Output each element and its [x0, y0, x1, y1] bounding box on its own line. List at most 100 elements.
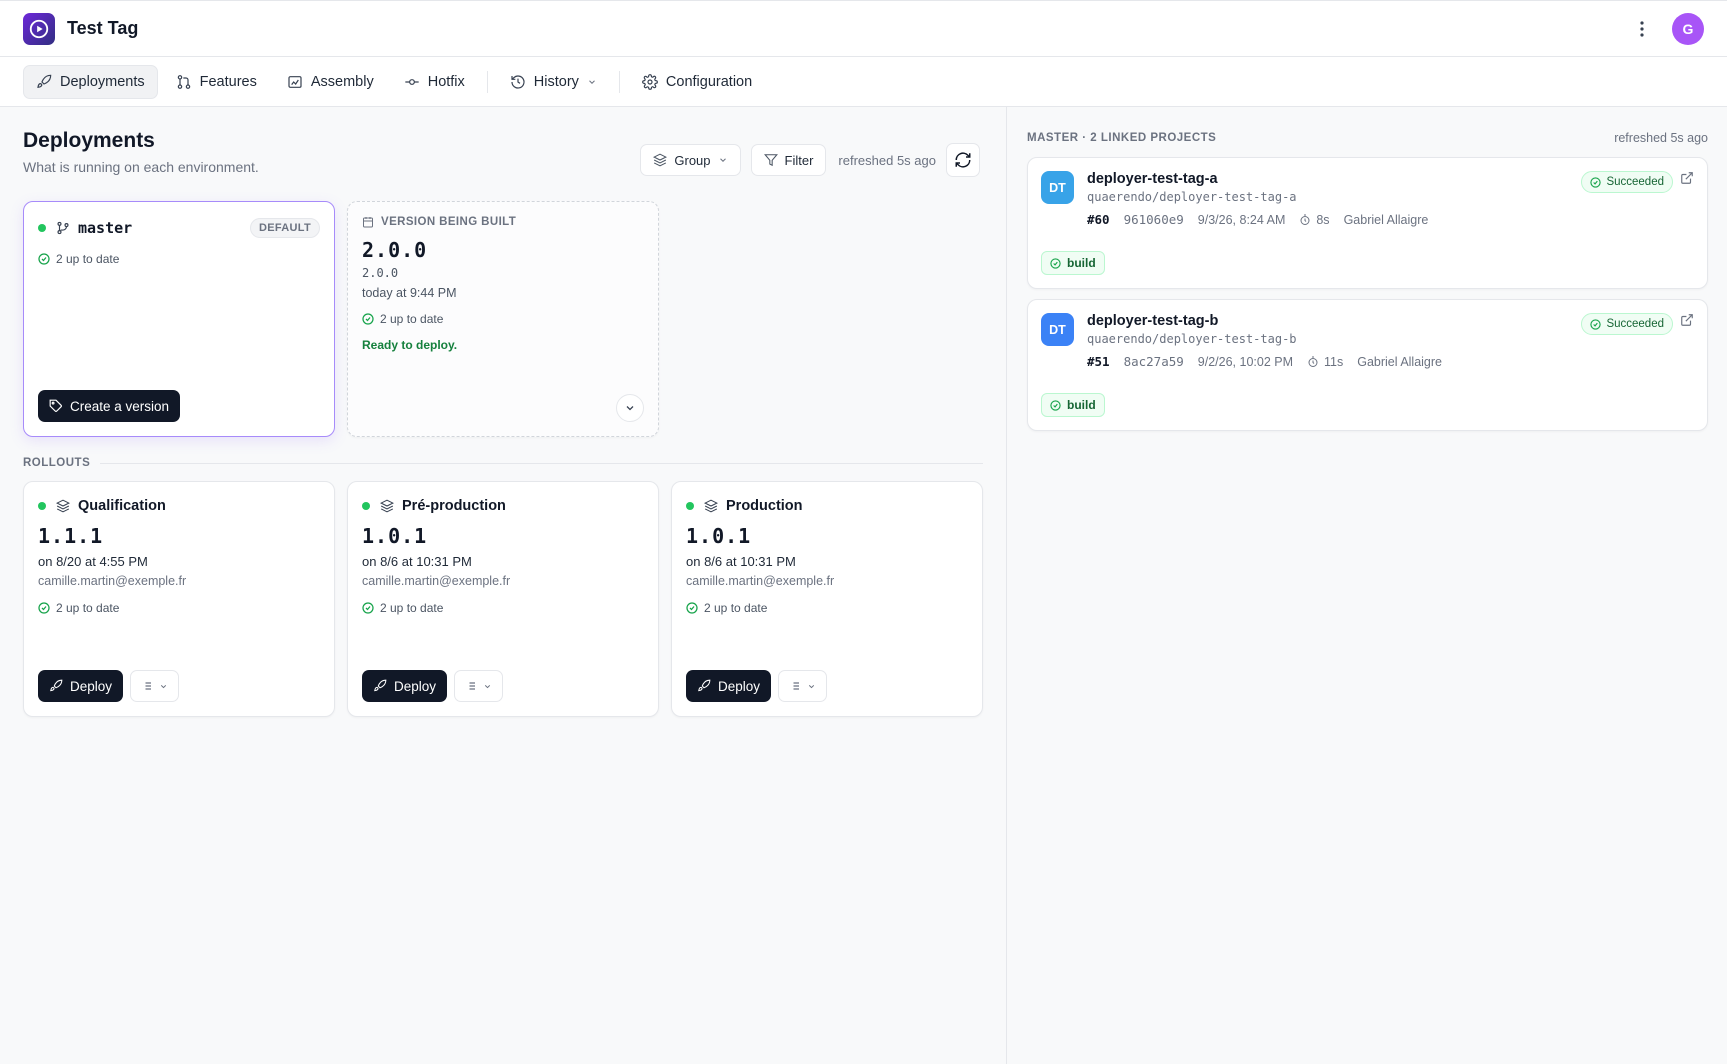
git-commit-icon [404, 74, 420, 90]
deploy-label: Deploy [718, 678, 761, 694]
list-icon [789, 680, 801, 692]
env-card-pre-production[interactable]: Pré-production 1.0.1 on 8/6 at 10:31 PM … [347, 481, 659, 717]
status-badge: Succeeded [1581, 313, 1673, 335]
app-title: Test Tag [67, 18, 139, 38]
commit-sha[interactable]: 8ac27a59 [1124, 354, 1184, 369]
rollouts-header: ROLLOUTS [23, 457, 983, 469]
check-circle-icon [362, 313, 374, 325]
deploy-button[interactable]: Deploy [686, 670, 772, 702]
deployments-panel: Deployments What is running on each envi… [0, 107, 1007, 1064]
version-being-built-label: VERSION BEING BUILT [381, 216, 517, 228]
branch-name: master [78, 219, 133, 237]
duration: 8s [1299, 212, 1330, 227]
pipeline-date: 9/2/26, 10:02 PM [1197, 354, 1293, 369]
job-name: build [1067, 256, 1096, 270]
check-circle-icon [1590, 176, 1602, 188]
user-avatar[interactable]: G [1672, 12, 1704, 45]
duration-text: 11s [1324, 354, 1344, 369]
deploy-button[interactable]: Deploy [38, 670, 124, 702]
list-icon [465, 680, 477, 692]
tab-hotfix[interactable]: Hotfix [392, 65, 477, 99]
expand-button[interactable] [616, 394, 644, 422]
version-being-built-card[interactable]: VERSION BEING BUILT 2.0.0 2.0.0 today at… [347, 201, 659, 437]
duration-text: 8s [1316, 212, 1330, 227]
list-icon [141, 680, 153, 692]
refresh-button[interactable] [946, 143, 980, 177]
version-sub: 2.0.0 [362, 266, 399, 280]
project-avatar: DT [1041, 313, 1074, 346]
env-version: 1.1.1 [38, 524, 104, 548]
branch-card-master[interactable]: master DEFAULT 2 up to date Create a ver… [23, 201, 335, 437]
layers-icon [380, 499, 394, 513]
up-to-date-text: 2 up to date [380, 312, 444, 326]
up-to-date-text: 2 up to date [380, 601, 444, 615]
ready-to-deploy-text: Ready to deploy. [362, 338, 458, 352]
env-date: on 8/20 at 4:55 PM [38, 554, 148, 569]
up-to-date-status: 2 up to date [38, 601, 320, 615]
project-card[interactable]: DT deployer-test-tag-b quaerendo/deploye… [1027, 299, 1708, 431]
app-logo-icon[interactable] [23, 12, 55, 45]
external-link-icon[interactable] [1680, 313, 1696, 329]
job-chip-build[interactable]: build [1041, 251, 1105, 275]
env-options-button[interactable] [778, 670, 828, 702]
up-to-date-text: 2 up to date [56, 252, 120, 266]
tab-configuration[interactable]: Configuration [630, 65, 764, 99]
rocket-icon [697, 679, 711, 693]
pipeline-number[interactable]: #60 [1087, 212, 1110, 227]
status-badge: Succeeded [1581, 171, 1673, 193]
env-card-production[interactable]: Production 1.0.1 on 8/6 at 10:31 PM cami… [671, 481, 983, 717]
main-area: Deployments What is running on each envi… [0, 107, 1727, 1064]
version-number: 2.0.0 [362, 238, 428, 262]
status-dot [38, 224, 46, 232]
tab-hotfix-label: Hotfix [427, 73, 465, 90]
gear-icon [642, 73, 658, 90]
env-name: Production [726, 498, 803, 514]
env-version: 1.0.1 [362, 524, 428, 548]
status-dot [362, 502, 370, 510]
check-circle-icon [38, 602, 50, 614]
group-button[interactable]: Group [640, 144, 741, 176]
env-date: on 8/6 at 10:31 PM [686, 554, 796, 569]
chevron-down-icon [624, 402, 636, 414]
job-chip-build[interactable]: build [1041, 393, 1105, 417]
pipeline-number[interactable]: #51 [1087, 354, 1110, 369]
up-to-date-status: 2 up to date [362, 601, 644, 615]
more-vertical-icon[interactable] [1632, 19, 1652, 39]
env-author-email: camille.martin@exemple.fr [38, 574, 187, 588]
tab-assembly[interactable]: Assembly [275, 65, 386, 99]
tab-deployments[interactable]: Deployments [23, 64, 158, 99]
tab-history-label: History [533, 73, 579, 90]
job-name: build [1067, 398, 1096, 412]
timer-icon [1307, 356, 1319, 368]
env-date: on 8/6 at 10:31 PM [362, 554, 472, 569]
tab-divider [486, 70, 488, 93]
layers-icon [56, 499, 70, 513]
chevron-down-icon [159, 682, 168, 691]
filter-button[interactable]: Filter [750, 144, 827, 176]
env-options-button[interactable] [130, 670, 180, 702]
commit-sha[interactable]: 961060e9 [1124, 212, 1184, 227]
tab-history[interactable]: History [498, 65, 609, 99]
refreshed-text: refreshed 5s ago [838, 152, 936, 168]
chevron-down-icon [587, 77, 597, 87]
pipeline-author: Gabriel Allaigre [1343, 212, 1429, 227]
top-bar: Test Tag G [0, 0, 1727, 57]
env-name: Pré-production [402, 498, 506, 514]
deploy-button[interactable]: Deploy [362, 670, 448, 702]
create-version-button[interactable]: Create a version [38, 390, 181, 422]
env-card-qualification[interactable]: Qualification 1.1.1 on 8/20 at 4:55 PM c… [23, 481, 335, 717]
up-to-date-text: 2 up to date [56, 601, 120, 615]
check-circle-icon [1590, 318, 1602, 330]
external-link-icon[interactable] [1680, 171, 1696, 187]
rocket-icon [36, 74, 52, 90]
rollouts-label: ROLLOUTS [23, 457, 91, 469]
up-to-date-text: 2 up to date [704, 601, 768, 615]
tab-features[interactable]: Features [164, 65, 269, 99]
env-options-button[interactable] [454, 670, 504, 702]
check-circle-icon [1050, 257, 1061, 269]
assembly-icon [287, 74, 303, 90]
check-circle-icon [362, 602, 374, 614]
chevron-down-icon [483, 682, 492, 691]
tab-configuration-label: Configuration [665, 73, 753, 90]
project-card[interactable]: DT deployer-test-tag-a quaerendo/deploye… [1027, 157, 1708, 289]
